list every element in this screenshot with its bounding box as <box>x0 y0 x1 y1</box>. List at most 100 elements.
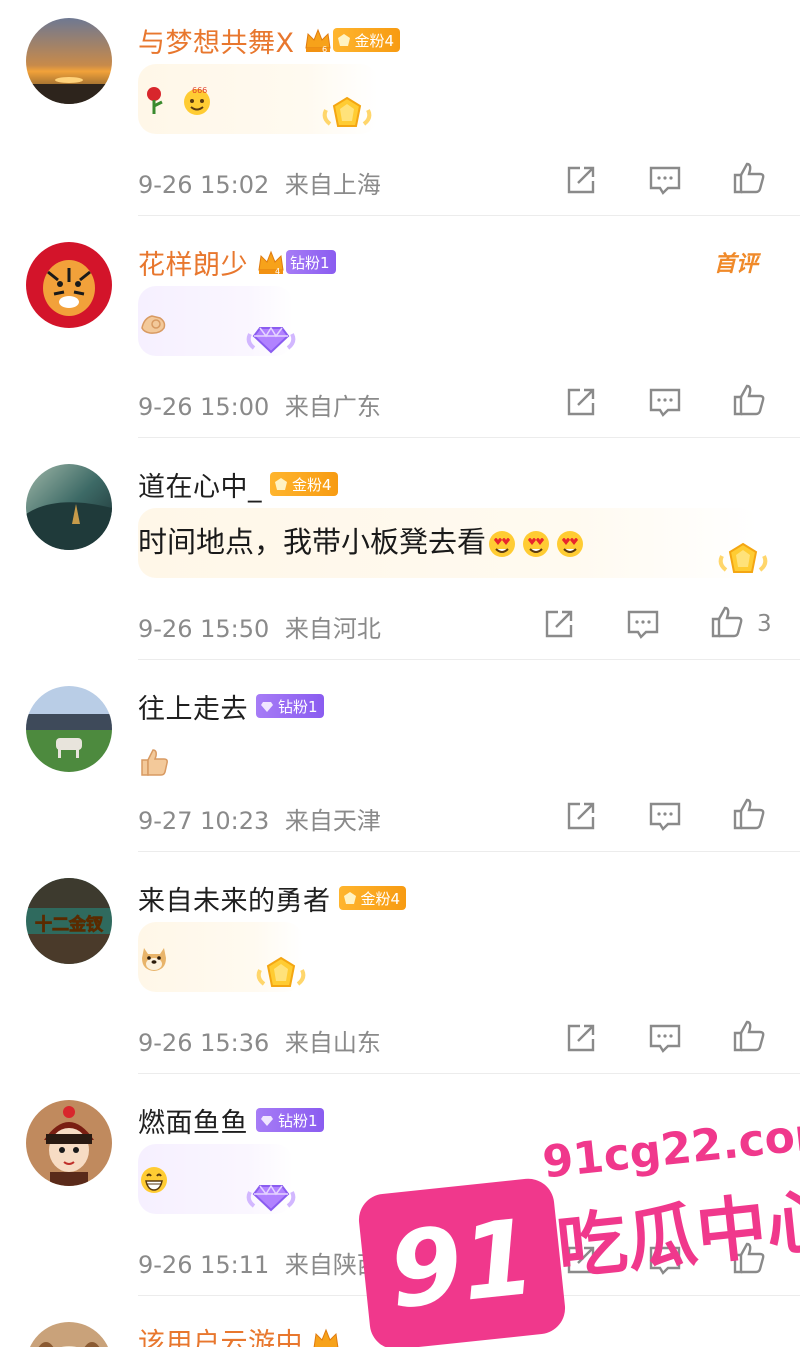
divider <box>138 215 800 216</box>
username[interactable]: 该用户云游中 <box>138 1321 303 1347</box>
like-button[interactable] <box>710 605 744 639</box>
avatar[interactable] <box>26 686 112 772</box>
username[interactable]: 燃面鱼鱼 <box>138 1101 248 1140</box>
doge-icon <box>142 948 166 971</box>
comment-meta: 9-27 10:23 来自天津 <box>138 801 381 836</box>
share-button[interactable] <box>564 799 598 833</box>
divider <box>138 659 800 660</box>
share-button[interactable] <box>542 607 576 641</box>
share-icon <box>567 1024 595 1052</box>
badge-label: 钻粉1 <box>278 1111 318 1130</box>
username[interactable]: 花样朗少 <box>138 243 248 282</box>
avatar[interactable] <box>26 464 112 550</box>
like-button[interactable] <box>732 1019 766 1053</box>
divider <box>138 851 800 852</box>
username[interactable]: 来自未来的勇者 <box>138 879 331 918</box>
avatar[interactable] <box>26 242 112 328</box>
reply-button[interactable] <box>648 163 682 197</box>
comment-meta: 9-26 15:50 来自河北 <box>138 609 381 644</box>
heart-eyes-icon <box>557 531 584 557</box>
share-button[interactable] <box>564 1021 598 1055</box>
avatar-text: 十二金钗 <box>35 914 103 935</box>
fan-badge[interactable]: 金粉4 <box>332 28 401 52</box>
comment-meta: 9-26 15:36 来自山东 <box>138 1023 381 1058</box>
badge-label: 金粉4 <box>360 889 401 908</box>
gem-icon <box>275 478 287 490</box>
diamond-gem-icon <box>246 326 296 354</box>
diamond-gem-icon <box>246 1184 296 1212</box>
thumbs-up-icon <box>733 384 765 416</box>
comment-icon <box>649 1024 681 1053</box>
share-icon <box>545 610 573 638</box>
gem-icon <box>343 892 356 904</box>
badge-label: 钻粉1 <box>278 697 318 716</box>
svg-text:6: 6 <box>322 45 327 54</box>
comment-meta: 9-26 15:11 来自陕西 <box>138 1245 381 1280</box>
gold-gem-icon <box>322 96 372 127</box>
name-row: 道在心中_ 金粉4 <box>138 464 338 504</box>
badge-label: 金粉4 <box>292 475 332 494</box>
comment-time: 9-26 15:02 <box>138 171 270 199</box>
divider <box>138 437 800 438</box>
share-button[interactable] <box>564 163 598 197</box>
share-icon <box>567 388 595 416</box>
comment-time: 9-26 15:11 <box>138 1251 270 1279</box>
reply-button[interactable] <box>626 607 660 641</box>
name-row: 燃面鱼鱼 钻粉1 <box>138 1100 324 1140</box>
username[interactable]: 道在心中_ <box>138 465 262 504</box>
watermark-number: 91 <box>383 1195 541 1333</box>
thumbs-up-icon <box>711 606 743 638</box>
comment-location: 来自天津 <box>284 807 381 835</box>
like-count: 3 <box>757 611 772 637</box>
crown-icon: 4 <box>258 250 284 276</box>
reply-button[interactable] <box>648 799 682 833</box>
fan-badge[interactable]: 钻粉1 <box>256 694 324 718</box>
comment-time: 9-26 15:50 <box>138 615 270 643</box>
comment-card: 时间地点，我带小板凳去看 <box>138 508 758 578</box>
like-button[interactable] <box>732 161 766 195</box>
fan-badge[interactable]: 钻粉1 <box>256 1108 324 1132</box>
name-row: 与梦想共舞X 6 金粉4 <box>138 20 401 60</box>
reply-button[interactable] <box>648 385 682 419</box>
comment-icon <box>649 802 681 831</box>
thumbs-up-icon <box>733 798 765 830</box>
fan-badge[interactable]: 金粉4 <box>338 886 407 910</box>
comment-location: 来自上海 <box>284 171 381 199</box>
avatar[interactable] <box>26 1100 112 1186</box>
avatar[interactable]: 十二金钗 <box>26 878 112 964</box>
diamond-icon <box>261 1116 273 1126</box>
gold-gem-icon <box>256 956 306 987</box>
comment-icon <box>649 388 681 417</box>
heart-eyes-icon <box>489 531 516 557</box>
diamond-icon <box>261 702 273 712</box>
avatar[interactable] <box>26 18 112 104</box>
like-button[interactable] <box>732 797 766 831</box>
gem-icon <box>337 34 350 46</box>
reply-button[interactable] <box>648 1021 682 1055</box>
fan-badge[interactable]: 钻粉1 <box>286 250 336 274</box>
name-row: 该用户云游中 <box>138 1320 341 1347</box>
username[interactable]: 往上走去 <box>138 687 248 726</box>
comment-time: 9-26 15:00 <box>138 393 270 421</box>
thumbs-up-emoji-icon <box>141 749 168 776</box>
like-button[interactable] <box>732 383 766 417</box>
name-row: 来自未来的勇者 金粉4 <box>138 878 407 918</box>
666-face-icon: 666 <box>184 86 211 115</box>
fan-badge[interactable]: 金粉4 <box>270 472 338 496</box>
comment-icon <box>649 166 681 195</box>
share-button[interactable] <box>564 385 598 419</box>
badge-label: 钻粉1 <box>290 253 330 272</box>
crown-icon: 6 <box>304 28 331 54</box>
username[interactable]: 与梦想共舞X <box>138 21 295 60</box>
watermark-logo: 91 <box>356 1176 568 1347</box>
name-row: 花样朗少 4 钻粉1 <box>138 242 336 282</box>
comment-time: 9-27 10:23 <box>138 807 270 835</box>
crown-icon <box>313 1328 339 1347</box>
comment-location: 来自河北 <box>284 615 381 643</box>
comment-meta: 9-26 15:00 来自广东 <box>138 387 381 422</box>
comment-icon <box>627 610 659 639</box>
heart-eyes-icon <box>523 531 550 557</box>
svg-text:4: 4 <box>275 267 280 276</box>
name-row: 往上走去 钻粉1 <box>138 686 324 726</box>
avatar[interactable] <box>26 1322 112 1347</box>
